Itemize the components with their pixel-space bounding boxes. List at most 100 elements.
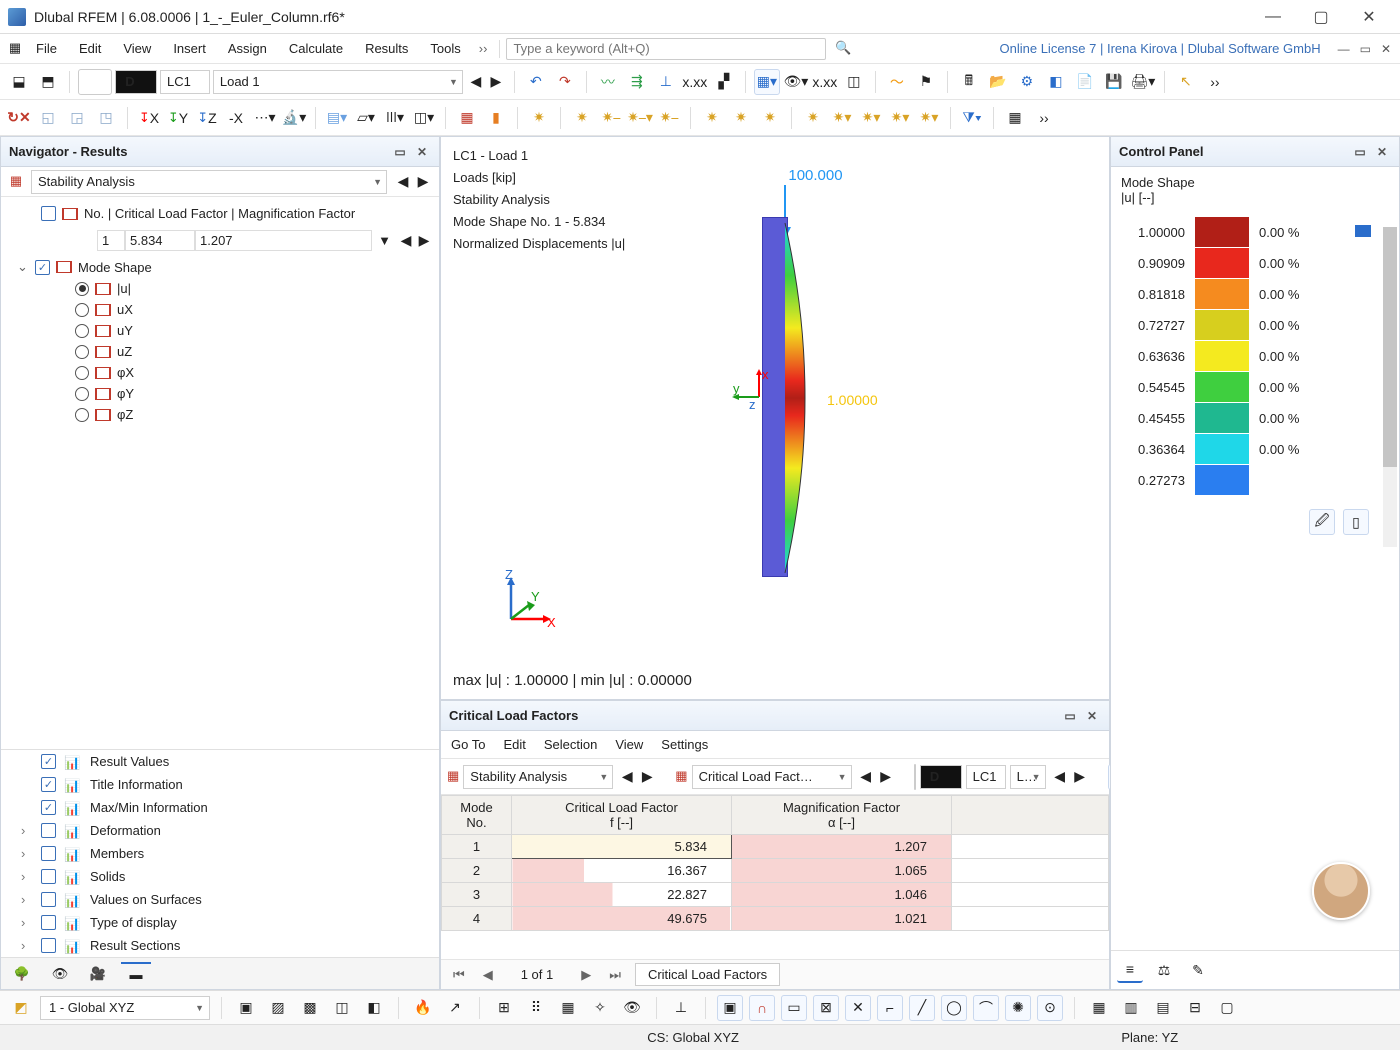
tool-chart-icon[interactable]: ◫ bbox=[841, 69, 867, 95]
table-combo1-prev[interactable]: ◀ bbox=[617, 764, 637, 790]
nav-tab-tree-icon[interactable]: 🌳 bbox=[7, 962, 37, 986]
cp-tab-filter-icon[interactable]: ✎ bbox=[1185, 957, 1211, 983]
window-close-button[interactable]: ✕ bbox=[1346, 3, 1392, 31]
radio-icon[interactable] bbox=[75, 324, 89, 338]
grid2-icon[interactable]: ▥ bbox=[1118, 995, 1144, 1021]
snap-dots-icon[interactable]: ⠿ bbox=[523, 995, 549, 1021]
tool-cursor-icon[interactable]: ↖ bbox=[1173, 69, 1199, 95]
menu-overflow-icon[interactable]: ›› bbox=[473, 41, 494, 56]
navigator-prev-button[interactable]: ◀ bbox=[393, 169, 413, 195]
table-analysis-combo[interactable]: Stability Analysis▼ bbox=[463, 765, 613, 789]
nav-lower-solids[interactable]: › 📊 Solids bbox=[1, 865, 439, 888]
table-menu-edit[interactable]: Edit bbox=[503, 737, 525, 752]
tool-report-icon[interactable]: 📄 bbox=[1072, 69, 1098, 95]
tool-star6-icon[interactable]: ✷ bbox=[800, 105, 826, 131]
grid1-icon[interactable]: ▦ bbox=[1086, 995, 1112, 1021]
nav-lower-deformation[interactable]: › 📊 Deformation bbox=[1, 819, 439, 842]
mode-option-uY[interactable]: uY bbox=[1, 320, 439, 341]
model-color-icon[interactable] bbox=[78, 69, 112, 95]
tool-star1-icon[interactable]: ✷ bbox=[526, 105, 552, 131]
tool-grid-icon[interactable]: ▦ bbox=[1002, 105, 1028, 131]
snap-end-icon[interactable]: ▣ bbox=[717, 995, 743, 1021]
tool-section-icon[interactable]: ◫▾ bbox=[411, 105, 437, 131]
radio-icon[interactable] bbox=[75, 366, 89, 380]
wp-tool3-icon[interactable]: ▩ bbox=[297, 995, 323, 1021]
checkbox[interactable] bbox=[41, 823, 56, 838]
snap-starcircle-icon[interactable]: ✺ bbox=[1005, 995, 1031, 1021]
nav-lower-type-of-display[interactable]: › 📊 Type of display bbox=[1, 911, 439, 934]
grid5-icon[interactable]: ▢ bbox=[1214, 995, 1240, 1021]
table-menu-settings[interactable]: Settings bbox=[661, 737, 708, 752]
table-combo1-next[interactable]: ▶ bbox=[637, 764, 657, 790]
tool-star2-icon[interactable]: ✷ bbox=[569, 105, 595, 131]
tool-values-icon[interactable]: x.xx bbox=[682, 69, 708, 95]
tool-anchor-right-icon[interactable]: ⬒ bbox=[35, 69, 61, 95]
tool-diagram-icon[interactable]: ▞ bbox=[711, 69, 737, 95]
nav-lower-result-values[interactable]: ✓ 📊 Result Values bbox=[1, 750, 439, 773]
lc-name-combo[interactable]: Load 1▼ bbox=[213, 70, 463, 94]
tool-eye-icon[interactable]: 👁▾ bbox=[783, 69, 809, 95]
expand-icon[interactable]: › bbox=[21, 846, 33, 861]
table-next-page[interactable]: ▶ bbox=[577, 967, 595, 983]
table-menu-goto[interactable]: Go To bbox=[451, 737, 485, 752]
wp-tool5-icon[interactable]: ◧ bbox=[361, 995, 387, 1021]
mode-option-φY[interactable]: φY bbox=[1, 383, 439, 404]
mdi-minimize-icon[interactable]: — bbox=[1335, 42, 1353, 56]
grid4-icon[interactable]: ⊟ bbox=[1182, 995, 1208, 1021]
tool-calc-icon[interactable]: 🖩 bbox=[956, 69, 982, 95]
tool-axis-neg-x-icon[interactable]: -X bbox=[223, 105, 249, 131]
checkbox[interactable]: ✓ bbox=[41, 754, 56, 769]
critical-load-factors-table[interactable]: ModeNo. Critical Load Factorf [--] Magni… bbox=[441, 795, 1109, 931]
tool-reactions-icon[interactable]: ⊥ bbox=[653, 69, 679, 95]
toolbar1-overflow-icon[interactable]: ›› bbox=[1202, 69, 1228, 95]
workplane-combo[interactable]: 1 - Global XYZ▼ bbox=[40, 996, 210, 1020]
table-menu-view[interactable]: View bbox=[615, 737, 643, 752]
snap-l-icon[interactable]: ⌐ bbox=[877, 995, 903, 1021]
tool-wave-icon[interactable]: 〜 bbox=[884, 69, 910, 95]
table-close-button[interactable]: ✕ bbox=[1083, 707, 1101, 725]
navigator-dock-button[interactable]: ▭ bbox=[391, 143, 409, 161]
tool-star7-icon[interactable]: ✷▾ bbox=[829, 105, 855, 131]
mode-option-|u|[interactable]: |u| bbox=[1, 278, 439, 299]
checkbox[interactable] bbox=[41, 869, 56, 884]
tool-link1-icon[interactable]: ✷⎯ bbox=[598, 105, 624, 131]
snap-grid-icon[interactable]: ⊞ bbox=[491, 995, 517, 1021]
table-last-page[interactable]: ⏭ bbox=[605, 967, 625, 983]
table-combo2-prev[interactable]: ◀ bbox=[856, 764, 876, 790]
wp-fire-icon[interactable]: 🔥 bbox=[410, 995, 436, 1021]
wp-tool1-icon[interactable]: ▣ bbox=[233, 995, 259, 1021]
mdi-close-icon[interactable]: ✕ bbox=[1378, 42, 1394, 56]
wp-tool2-icon[interactable]: ▨ bbox=[265, 995, 291, 1021]
table-lc-code[interactable]: LC1 bbox=[966, 765, 1006, 789]
tool-star5-icon[interactable]: ✷ bbox=[757, 105, 783, 131]
nav-lower-result-sections[interactable]: › 📊 Result Sections bbox=[1, 934, 439, 957]
window-maximize-button[interactable]: ▢ bbox=[1298, 3, 1344, 31]
tool-flag-icon[interactable]: ⚑ bbox=[913, 69, 939, 95]
tool-link3-icon[interactable]: ✷⎯ bbox=[656, 105, 682, 131]
radio-icon[interactable] bbox=[75, 303, 89, 317]
tool-filter-icon[interactable]: ⧩▾ bbox=[959, 105, 985, 131]
snap-rect-icon[interactable]: ▭ bbox=[781, 995, 807, 1021]
nav-factor-value-row[interactable]: 1 5.834 1.207 ▼ ◀ ▶ bbox=[1, 224, 439, 256]
tool-microscope-icon[interactable]: 🔬▾ bbox=[281, 105, 307, 131]
tool-refresh-icon[interactable]: ↻✕ bbox=[6, 105, 32, 131]
tool-save-icon[interactable]: 💾 bbox=[1101, 69, 1127, 95]
snap-tangent-icon[interactable]: ⌒ bbox=[973, 995, 999, 1021]
expand-icon[interactable]: › bbox=[21, 915, 33, 930]
tool-open-icon[interactable]: 📂 bbox=[985, 69, 1011, 95]
tool-iso2-icon[interactable]: ◲ bbox=[64, 105, 90, 131]
table-prev-page[interactable]: ◀ bbox=[479, 967, 497, 983]
tool-mesh-red-icon[interactable]: ▦ bbox=[454, 105, 480, 131]
menu-calculate[interactable]: Calculate bbox=[279, 37, 353, 60]
tool-star3-icon[interactable]: ✷ bbox=[699, 105, 725, 131]
menu-edit[interactable]: Edit bbox=[69, 37, 111, 60]
nav-modeshape-row[interactable]: ⌄ ✓ Mode Shape bbox=[1, 256, 439, 278]
tool-star10-icon[interactable]: ✷▾ bbox=[916, 105, 942, 131]
navigator-close-button[interactable]: ✕ bbox=[413, 143, 431, 161]
radio-icon[interactable] bbox=[75, 282, 89, 296]
nav-tab-eye-icon[interactable]: 👁 bbox=[45, 962, 75, 986]
table-first-page[interactable]: ⏮ bbox=[449, 967, 469, 983]
nav-lower-max/min-information[interactable]: ✓ 📊 Max/Min Information bbox=[1, 796, 439, 819]
snap-line-icon[interactable]: ╱ bbox=[909, 995, 935, 1021]
cp-scale-button[interactable]: ▯ bbox=[1343, 509, 1369, 535]
